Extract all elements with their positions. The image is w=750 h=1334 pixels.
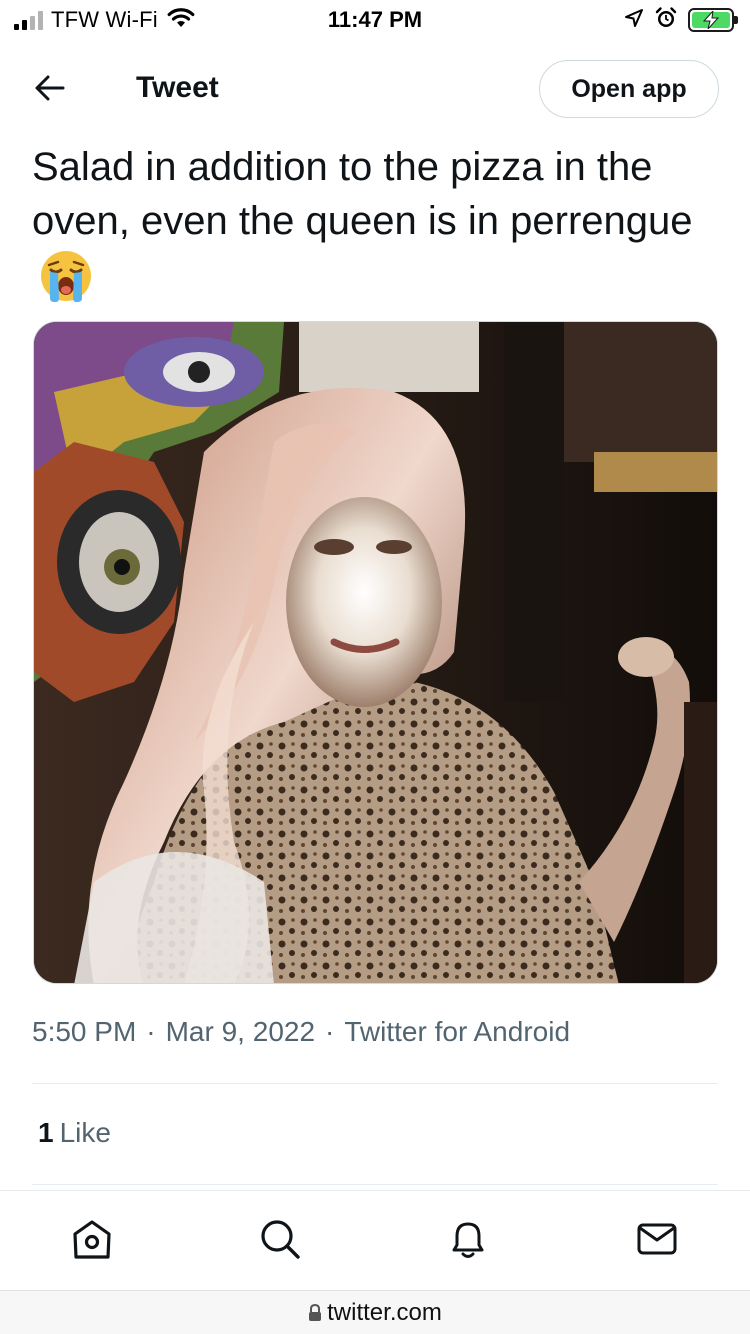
status-right (624, 6, 738, 35)
back-arrow-icon (35, 75, 65, 106)
tweet-date[interactable]: Mar 9, 2022 (166, 1016, 315, 1047)
tweet-source[interactable]: Twitter for Android (344, 1016, 570, 1047)
url-text: twitter.com (327, 1299, 442, 1326)
tweet-media[interactable] (33, 321, 718, 984)
mail-icon (635, 1217, 679, 1266)
battery-charging-icon (688, 8, 738, 32)
alarm-icon (654, 6, 678, 35)
tweet-body: Salad in addition to the pizza in the ov… (32, 145, 693, 243)
meta-separator: · (325, 1016, 335, 1047)
tab-search[interactable] (256, 1217, 304, 1265)
status-bar: TFW Wi-Fi 11:47 PM (0, 0, 750, 40)
browser-url-bar[interactable]: twitter.com (0, 1290, 750, 1334)
tab-messages[interactable] (633, 1217, 681, 1265)
url-display: twitter.com (0, 1299, 750, 1329)
loudly-crying-face-icon (38, 248, 94, 304)
divider (32, 1083, 718, 1084)
lock-icon (308, 1301, 322, 1329)
divider (32, 1184, 718, 1185)
likes-row[interactable]: 1 Like (38, 1117, 111, 1149)
home-icon (70, 1217, 114, 1266)
tweet-header: Tweet Open app (0, 40, 750, 140)
tweet-time: 5:50 PM (32, 1016, 137, 1047)
location-arrow-icon (624, 8, 644, 33)
video-frame (34, 322, 717, 983)
tab-notifications[interactable] (444, 1217, 492, 1265)
meta-separator: · (146, 1016, 156, 1047)
like-count: 1 (38, 1117, 54, 1148)
page-title: Tweet (136, 71, 219, 104)
tweet-meta: 5:50 PM · Mar 9, 2022 · Twitter for Android (32, 1016, 570, 1048)
bell-icon (446, 1217, 490, 1266)
tab-bar (0, 1190, 750, 1290)
search-icon (258, 1217, 302, 1266)
open-app-button[interactable]: Open app (539, 60, 719, 118)
like-label: Like (59, 1117, 111, 1148)
tab-home[interactable] (68, 1217, 116, 1265)
tweet-text: Salad in addition to the pizza in the ov… (32, 140, 732, 304)
back-button[interactable] (30, 70, 70, 110)
